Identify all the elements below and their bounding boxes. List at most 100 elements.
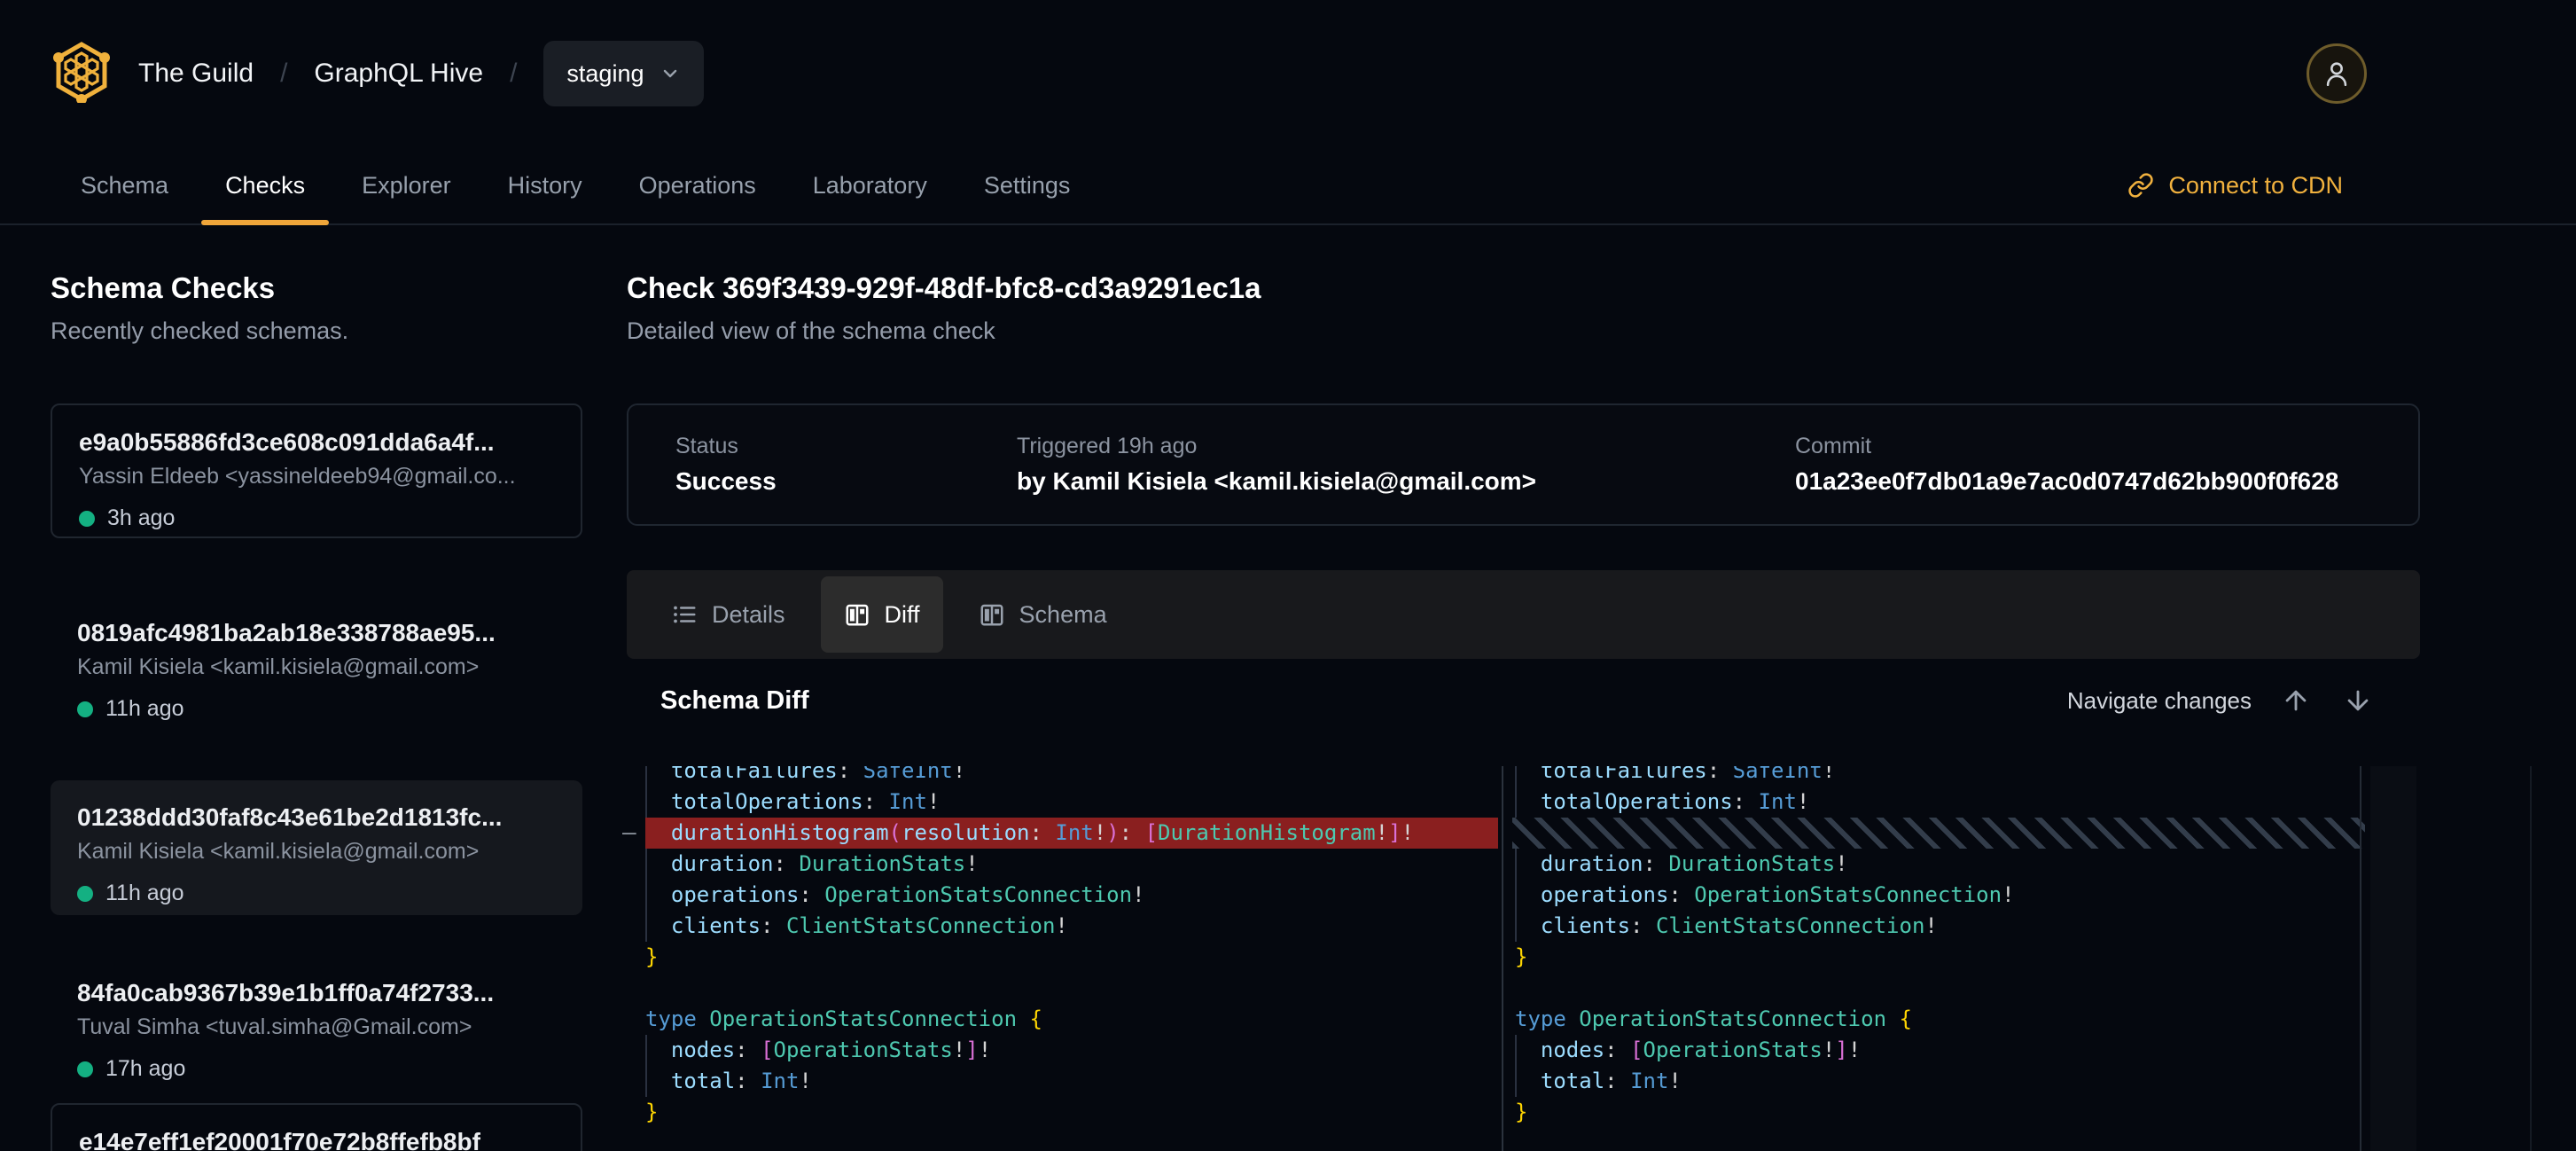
- hive-logo-icon[interactable]: [53, 41, 110, 103]
- code-line: totalOperations: Int!: [1515, 787, 2365, 818]
- previous-change-button[interactable]: [2278, 683, 2314, 718]
- code-line: nodes: [OperationStats!]!: [645, 1035, 1498, 1066]
- status-value: Success: [675, 467, 1017, 496]
- code-line: }: [1515, 942, 2365, 973]
- schema-diff-viewer[interactable]: totalFailures: SafeInt! totalOperations:…: [621, 766, 2553, 1151]
- commit-label: Commit: [1795, 434, 2418, 459]
- check-time-row: 11h ago: [77, 696, 556, 722]
- check-hash: e14e7eff1ef20001f70e72b8ffefb8bf: [79, 1128, 554, 1151]
- code-line: nodes: [OperationStats!]!: [1515, 1035, 2365, 1066]
- tab-schema[interactable]: Schema: [956, 576, 1130, 653]
- sidebar-title: Schema Checks: [51, 271, 582, 305]
- breadcrumb-project[interactable]: GraphQL Hive: [314, 59, 483, 89]
- nav-tab-schema[interactable]: Schema: [57, 147, 192, 223]
- code-line: total: Int!: [1515, 1066, 2365, 1097]
- breadcrumb-org[interactable]: The Guild: [138, 59, 254, 89]
- code-line: }: [645, 942, 1498, 973]
- schema-check-item-selected[interactable]: 01238ddd30faf8c43e61be2d1813fc... Kamil …: [51, 780, 582, 915]
- code-line: [645, 973, 1498, 1004]
- tab-diff-label: Diff: [885, 601, 920, 629]
- nav-tab-checks[interactable]: Checks: [201, 147, 329, 223]
- connect-to-cdn-button[interactable]: Connect to CDN: [2127, 172, 2343, 200]
- success-dot-icon: [77, 1061, 93, 1077]
- code-line: totalFailures: SafeInt!: [645, 766, 1498, 787]
- diff-pane-modified: totalFailures: SafeInt! totalOperations:…: [1512, 766, 2365, 1151]
- code-line: }: [645, 1097, 1498, 1128]
- check-hash: 0819afc4981ba2ab18e338788ae95...: [77, 619, 556, 647]
- app-screen: The Guild / GraphQL Hive / staging Schem…: [0, 0, 2576, 1151]
- triggered-label: Triggered 19h ago: [1017, 434, 1795, 459]
- success-dot-icon: [77, 886, 93, 902]
- check-time-row: 11h ago: [77, 881, 556, 906]
- breadcrumb: The Guild / GraphQL Hive / staging: [138, 0, 704, 147]
- code-block-original: totalFailures: SafeInt! totalOperations:…: [645, 766, 1498, 1128]
- nav-tab-history[interactable]: History: [484, 147, 606, 223]
- check-author: Kamil Kisiela <kamil.kisiela@gmail.com>: [77, 839, 556, 865]
- code-line: type OperationStatsConnection {: [1515, 1004, 2365, 1035]
- nav-tabs: Schema Checks Explorer History Operation…: [57, 147, 1094, 223]
- list-icon: [671, 601, 698, 628]
- check-author: Tuval Simha <tuval.simha@Gmail.com>: [77, 1014, 556, 1040]
- nav-tab-laboratory[interactable]: Laboratory: [789, 147, 951, 223]
- status-label: Status: [675, 434, 1017, 459]
- success-dot-icon: [77, 701, 93, 717]
- code-line: operations: OperationStatsConnection!: [645, 880, 1498, 911]
- tab-details[interactable]: Details: [671, 576, 808, 653]
- person-icon: [2322, 58, 2352, 90]
- sidebar-subtitle: Recently checked schemas.: [51, 317, 582, 345]
- code-line: duration: DurationStats!: [1515, 849, 2365, 880]
- code-line: totalFailures: SafeInt!: [1515, 766, 2365, 787]
- main-nav: Schema Checks Explorer History Operation…: [0, 147, 2576, 225]
- main-content: Check 369f3439-929f-48df-bfc8-cd3a9291ec…: [627, 223, 2420, 345]
- diff-removed-line: durationHistogram(resolution: Int!): [Du…: [645, 818, 1498, 849]
- schema-diff-title: Schema Diff: [660, 686, 809, 716]
- nav-tab-settings[interactable]: Settings: [960, 147, 1095, 223]
- columns-icon: [979, 601, 1005, 628]
- diff-placeholder-line: [1512, 818, 2365, 849]
- target-selector[interactable]: staging: [543, 41, 704, 106]
- check-time-row: 17h ago: [77, 1056, 556, 1082]
- tab-details-label: Details: [712, 601, 785, 629]
- diff-outer-edge: [2530, 766, 2532, 1151]
- code-line: total: Int!: [645, 1066, 1498, 1097]
- next-change-button[interactable]: [2340, 683, 2376, 718]
- triggered-column: Triggered 19h ago by Kamil Kisiela <kami…: [1017, 434, 1795, 524]
- nav-tab-explorer[interactable]: Explorer: [338, 147, 475, 223]
- page-title: Check 369f3439-929f-48df-bfc8-cd3a9291ec…: [627, 271, 2420, 305]
- check-hash: e9a0b55886fd3ce608c091dda6a4f...: [79, 428, 554, 457]
- connect-to-cdn-label: Connect to CDN: [2168, 172, 2343, 200]
- page-subtitle: Detailed view of the schema check: [627, 317, 2420, 345]
- commit-value: 01a23ee0f7db01a9e7ac0d0747d62bb900f0f628: [1795, 467, 2418, 496]
- check-view-tabs: Details Diff: [627, 570, 2420, 659]
- link-icon: [2127, 172, 2154, 199]
- schema-check-item[interactable]: e9a0b55886fd3ce608c091dda6a4f... Yassin …: [51, 403, 582, 538]
- tab-diff[interactable]: Diff: [821, 576, 943, 653]
- target-selector-label: staging: [566, 60, 644, 88]
- check-time: 17h ago: [105, 1056, 185, 1082]
- code-line: clients: ClientStatsConnection!: [645, 911, 1498, 942]
- arrow-down-icon: [2343, 685, 2373, 716]
- removed-line-marker-icon: –: [622, 818, 636, 849]
- sidebar: Schema Checks Recently checked schemas. …: [51, 223, 582, 1151]
- columns-icon: [844, 601, 870, 628]
- status-card: Status Success Triggered 19h ago by Kami…: [627, 403, 2420, 526]
- diff-pane-original: totalFailures: SafeInt! totalOperations:…: [621, 766, 1498, 1151]
- user-avatar[interactable]: [2307, 43, 2367, 104]
- schema-check-item[interactable]: 0819afc4981ba2ab18e338788ae95... Kamil K…: [51, 596, 582, 731]
- schema-check-item[interactable]: 84fa0cab9367b39e1b1ff0a74f2733... Tuval …: [51, 956, 582, 1091]
- navigate-changes: Navigate changes: [2067, 683, 2376, 718]
- breadcrumb-separator: /: [280, 59, 287, 89]
- check-time-row: 3h ago: [79, 505, 554, 531]
- header: The Guild / GraphQL Hive / staging: [0, 0, 2576, 147]
- code-line: type OperationStatsConnection {: [645, 1004, 1498, 1035]
- schema-check-item[interactable]: e14e7eff1ef20001f70e72b8ffefb8bf: [51, 1103, 582, 1151]
- triggered-value: by Kamil Kisiela <kamil.kisiela@gmail.co…: [1017, 467, 1795, 496]
- tab-schema-label: Schema: [1019, 601, 1107, 629]
- code-line: operations: OperationStatsConnection!: [1515, 880, 2365, 911]
- nav-tab-operations[interactable]: Operations: [615, 147, 780, 223]
- diff-pane-divider: [1502, 766, 1503, 1151]
- check-time: 11h ago: [105, 696, 184, 722]
- diff-scrollbar-track[interactable]: [2370, 766, 2416, 1151]
- check-time: 3h ago: [107, 505, 175, 531]
- check-author: Kamil Kisiela <kamil.kisiela@gmail.com>: [77, 654, 556, 680]
